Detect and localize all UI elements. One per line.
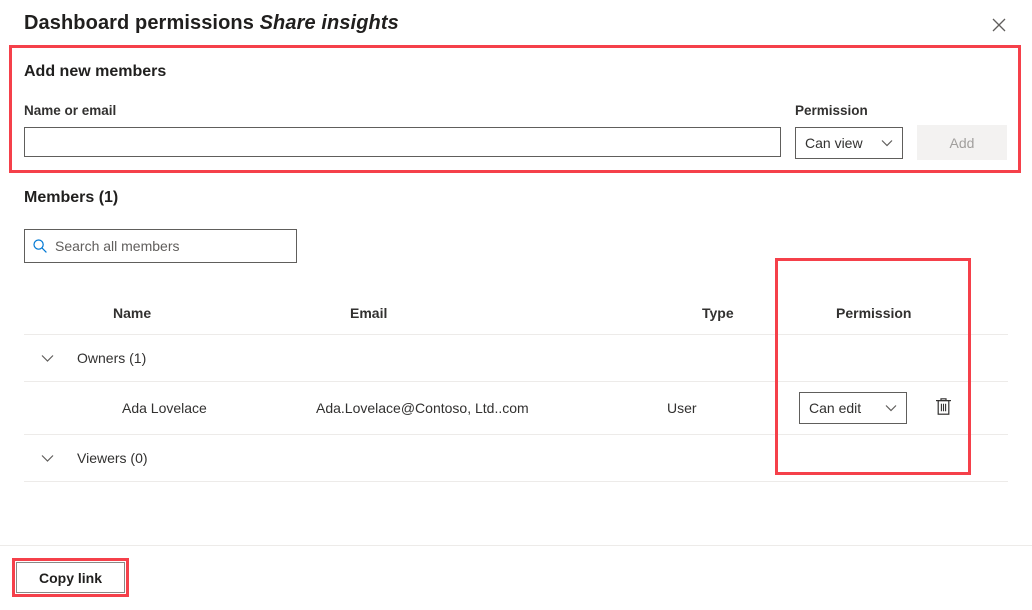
name-or-email-label: Name or email bbox=[24, 103, 117, 118]
group-row-viewers[interactable]: Viewers (0) bbox=[24, 435, 1008, 482]
add-new-members-section: Add new members Name or email Permission… bbox=[0, 45, 1032, 175]
permission-dropdown-new-member-value: Can view bbox=[805, 135, 863, 151]
group-row-owners-label: Owners (1) bbox=[77, 350, 147, 366]
column-header-email: Email bbox=[350, 305, 388, 321]
column-header-name: Name bbox=[113, 305, 152, 321]
chevron-down-icon bbox=[36, 347, 58, 369]
close-icon bbox=[992, 18, 1006, 32]
column-header-permission: Permission bbox=[836, 305, 912, 321]
permission-dropdown-new-member[interactable]: Can view bbox=[795, 127, 903, 159]
page-title-main: Dashboard permissions bbox=[24, 12, 260, 34]
search-icon bbox=[25, 238, 55, 254]
members-heading: Members (1) bbox=[24, 189, 119, 206]
add-new-members-heading: Add new members bbox=[24, 63, 167, 80]
copy-link-button[interactable]: Copy link bbox=[16, 562, 125, 593]
member-email: Ada.Lovelace@Contoso, Ltd..com bbox=[316, 400, 529, 416]
member-name: Ada Lovelace bbox=[122, 400, 207, 416]
add-button[interactable]: Add bbox=[917, 125, 1007, 160]
name-or-email-input[interactable] bbox=[24, 127, 781, 157]
permission-label: Permission bbox=[795, 103, 868, 118]
group-row-viewers-label: Viewers (0) bbox=[77, 450, 148, 466]
chevron-down-icon bbox=[876, 404, 906, 412]
trash-icon bbox=[935, 397, 952, 419]
permission-dropdown-member-row[interactable]: Can edit bbox=[799, 392, 907, 424]
column-header-type: Type bbox=[702, 305, 734, 321]
page-title-dashboard-name: Share insights bbox=[259, 12, 399, 34]
members-table: Name Email Type Permission Owners (1) Ad… bbox=[24, 292, 1008, 482]
group-row-owners[interactable]: Owners (1) bbox=[24, 335, 1008, 382]
chevron-down-icon bbox=[36, 447, 58, 469]
delete-member-button[interactable] bbox=[927, 392, 959, 424]
page-title: Dashboard permissions Share insights bbox=[24, 12, 399, 35]
members-table-header: Name Email Type Permission bbox=[24, 292, 1008, 335]
table-row[interactable]: Ada Lovelace Ada.Lovelace@Contoso, Ltd..… bbox=[24, 382, 1008, 435]
search-all-members-input[interactable] bbox=[55, 230, 296, 262]
dialog-header: Dashboard permissions Share insights bbox=[0, 0, 1032, 48]
permission-dropdown-member-row-value: Can edit bbox=[809, 400, 862, 416]
close-button[interactable] bbox=[982, 8, 1016, 42]
member-type: User bbox=[667, 400, 697, 416]
chevron-down-icon bbox=[872, 139, 902, 147]
search-all-members-box[interactable] bbox=[24, 229, 297, 263]
footer-divider bbox=[0, 545, 1032, 546]
